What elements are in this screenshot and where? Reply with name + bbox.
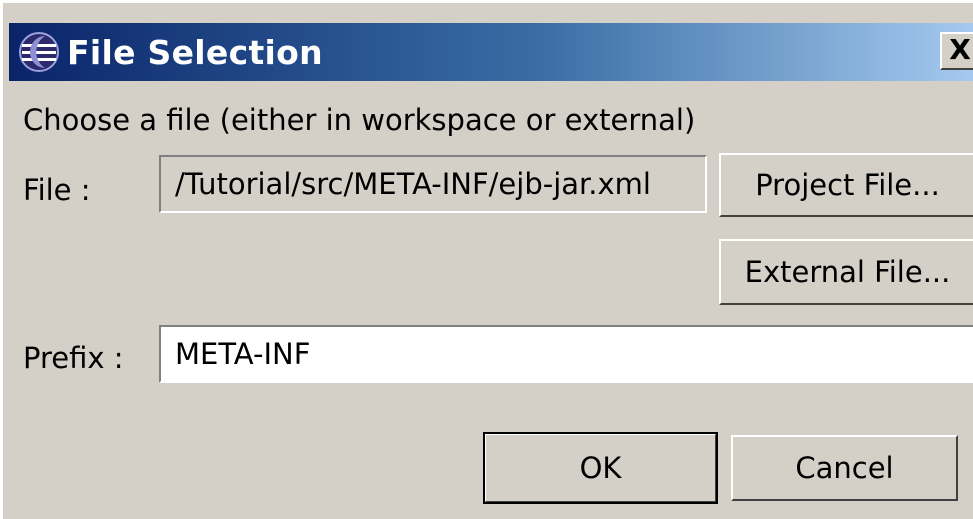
prefix-label: Prefix : xyxy=(23,341,124,375)
project-file-button[interactable]: Project File... xyxy=(719,153,973,217)
instruction-text: Choose a file (either in workspace or ex… xyxy=(23,103,696,137)
title-bar[interactable]: File Selection X xyxy=(9,23,973,81)
file-path-value: /Tutorial/src/META-INF/ejb-jar.xml xyxy=(175,167,651,201)
close-button[interactable]: X xyxy=(940,32,973,70)
ok-button[interactable]: OK xyxy=(483,432,718,504)
file-path-field: /Tutorial/src/META-INF/ejb-jar.xml xyxy=(159,155,707,213)
cancel-button[interactable]: Cancel xyxy=(731,435,958,501)
eclipse-icon xyxy=(17,30,61,74)
prefix-input-value: META-INF xyxy=(175,337,311,371)
file-selection-dialog: File Selection X Choose a file (either i… xyxy=(0,0,973,519)
dialog-title: File Selection xyxy=(67,32,323,72)
prefix-input[interactable]: META-INF xyxy=(159,325,973,383)
file-label: File : xyxy=(23,173,91,207)
external-file-button[interactable]: External File... xyxy=(719,239,973,305)
